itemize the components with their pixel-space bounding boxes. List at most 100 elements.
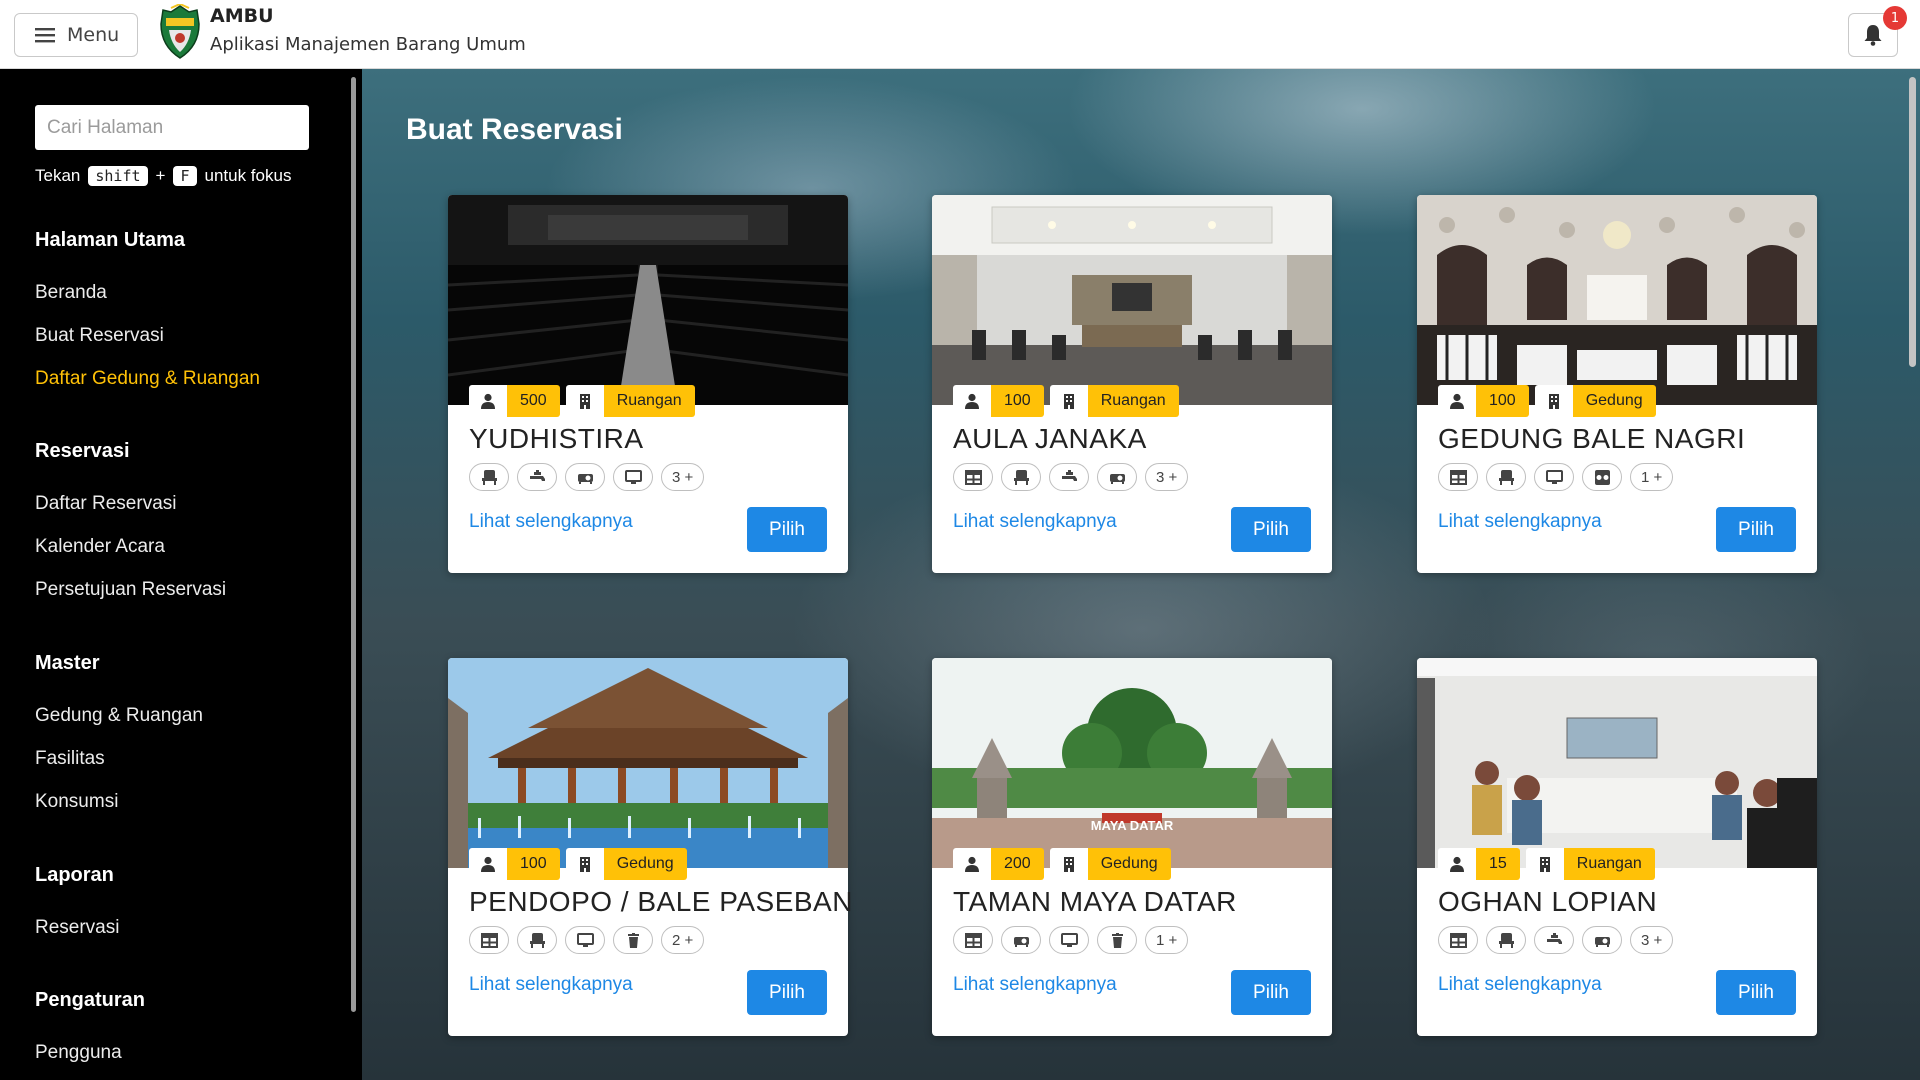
type-value: Ruangan: [1087, 385, 1179, 417]
monitor-icon: [624, 469, 642, 484]
venue-name: TAMAN MAYA DATAR: [953, 886, 1237, 917]
capacity-value: 100: [991, 385, 1044, 417]
select-button[interactable]: Pilih: [1716, 507, 1796, 552]
person-icon: [965, 856, 979, 872]
table-icon: [964, 932, 982, 948]
chair-icon: [1498, 469, 1514, 485]
venue-name: PENDOPO / BALE PASEBAN: [469, 886, 853, 917]
more-facilities-count[interactable]: 3 +: [661, 463, 705, 491]
sidebar-item-daftar-gedung-ruangan[interactable]: Daftar Gedung & Ruangan: [35, 368, 260, 390]
facility-list: 1 +: [953, 926, 1189, 954]
venue-card: 100 Ruangan AULA JANAKA 3 + Lihat seleng…: [932, 195, 1332, 573]
sidebar-item-fasilitas[interactable]: Fasilitas: [35, 748, 105, 770]
app-subtitle: Aplikasi Manajemen Barang Umum: [210, 34, 526, 55]
venue-photo: [932, 195, 1332, 405]
capacity-chip: 15: [1438, 848, 1520, 880]
building-icon: [1063, 857, 1074, 872]
faucet-icon: [1061, 469, 1077, 481]
venue-card: 100 Gedung PENDOPO / BALE PASEBAN 2 + Li…: [448, 658, 852, 1036]
more-facilities-count[interactable]: 1 +: [1145, 926, 1189, 954]
more-facilities-count[interactable]: 2 +: [661, 926, 705, 954]
facility-list: 1 +: [1438, 463, 1674, 491]
type-value: Gedung: [1572, 385, 1656, 417]
page-search-input[interactable]: [35, 105, 309, 150]
app-name: AMBU: [210, 5, 274, 27]
see-more-link[interactable]: Lihat selengkapnya: [1438, 511, 1602, 533]
main-content: Buat Reservasi 500 Ruangan YUDHISTIRA 3 …: [362, 69, 1920, 1080]
sidebar-item-buat-reservasi[interactable]: Buat Reservasi: [35, 325, 164, 347]
capacity-value: 500: [507, 385, 560, 417]
projector-icon: [1594, 936, 1610, 947]
see-more-link[interactable]: Lihat selengkapnya: [953, 974, 1117, 996]
sidebar-item-konsumsi[interactable]: Konsumsi: [35, 791, 118, 813]
select-button[interactable]: Pilih: [747, 507, 827, 552]
shift-key: shift: [88, 166, 148, 186]
building-icon: [1539, 857, 1550, 872]
sidebar: Tekan shift + F untuk fokus Halaman Utam…: [0, 69, 362, 1080]
projector-icon: [1013, 936, 1029, 947]
capacity-value: 100: [1476, 385, 1529, 417]
hint-prefix: Tekan: [35, 166, 81, 185]
trash-icon: [1111, 932, 1123, 948]
trash-icon: [627, 932, 639, 948]
faucet-icon: [529, 469, 545, 481]
sidebar-item-kalender-acara[interactable]: Kalender Acara: [35, 536, 165, 558]
chair-icon: [481, 469, 497, 485]
main-scrollbar[interactable]: [1909, 77, 1916, 367]
venue-name: YUDHISTIRA: [469, 423, 644, 454]
type-value: Gedung: [603, 848, 687, 880]
type-chip: Gedung: [1534, 385, 1656, 417]
capacity-value: 200: [991, 848, 1044, 880]
capacity-chip: 100: [1438, 385, 1529, 417]
f-key: F: [173, 166, 197, 186]
type-value: Ruangan: [1563, 848, 1655, 880]
facility-list: 3 +: [953, 463, 1189, 491]
person-icon: [1450, 856, 1464, 872]
type-chip: Ruangan: [565, 385, 695, 417]
select-button[interactable]: Pilih: [1231, 970, 1311, 1015]
venue-card: 500 Ruangan YUDHISTIRA 3 + Lihat selengk…: [448, 195, 848, 573]
select-button[interactable]: Pilih: [747, 970, 827, 1015]
sidebar-item-laporan-reservasi[interactable]: Reservasi: [35, 917, 119, 939]
capacity-chip: 100: [953, 385, 1044, 417]
facility-list: 3 +: [469, 463, 705, 491]
capacity-chip: 500: [469, 385, 560, 417]
more-facilities-count[interactable]: 1 +: [1630, 463, 1674, 491]
monitor-icon: [576, 932, 594, 947]
page-title: Buat Reservasi: [406, 113, 623, 146]
more-facilities-count[interactable]: 3 +: [1630, 926, 1674, 954]
sidebar-item-daftar-reservasi[interactable]: Daftar Reservasi: [35, 493, 177, 515]
more-facilities-count[interactable]: 3 +: [1145, 463, 1189, 491]
notification-button[interactable]: 1: [1848, 6, 1907, 57]
nav-section-reservasi: Reservasi: [35, 440, 130, 462]
see-more-link[interactable]: Lihat selengkapnya: [469, 511, 633, 533]
speaker-icon: [1594, 469, 1610, 485]
bell-icon: [1864, 25, 1882, 46]
select-button[interactable]: Pilih: [1231, 507, 1311, 552]
notification-badge: 1: [1883, 6, 1907, 30]
see-more-link[interactable]: Lihat selengkapnya: [469, 974, 633, 996]
app-logo[interactable]: [159, 4, 201, 60]
taman-sign-text: MAYA DATAR: [1091, 818, 1174, 833]
nav-section-master: Master: [35, 652, 100, 674]
table-icon: [1449, 469, 1467, 485]
venue-photo: MAYA DATAR: [932, 658, 1332, 868]
type-chip: Ruangan: [1525, 848, 1655, 880]
venue-photo: [448, 658, 848, 868]
type-chip: Ruangan: [1049, 385, 1179, 417]
menu-button[interactable]: Menu: [14, 13, 138, 57]
sidebar-item-master-gedung-ruangan[interactable]: Gedung & Ruangan: [35, 705, 203, 727]
venue-name: AULA JANAKA: [953, 423, 1147, 454]
sidebar-scrollbar[interactable]: [351, 77, 356, 1012]
chair-icon: [529, 932, 545, 948]
see-more-link[interactable]: Lihat selengkapnya: [1438, 974, 1602, 996]
sidebar-item-persetujuan-reservasi[interactable]: Persetujuan Reservasi: [35, 579, 226, 601]
select-button[interactable]: Pilih: [1716, 970, 1796, 1015]
facility-list: 3 +: [1438, 926, 1674, 954]
see-more-link[interactable]: Lihat selengkapnya: [953, 511, 1117, 533]
building-icon: [1063, 394, 1074, 409]
sidebar-item-beranda[interactable]: Beranda: [35, 282, 107, 304]
sidebar-item-pengguna[interactable]: Pengguna: [35, 1042, 122, 1064]
table-icon: [964, 469, 982, 485]
building-icon: [579, 857, 590, 872]
